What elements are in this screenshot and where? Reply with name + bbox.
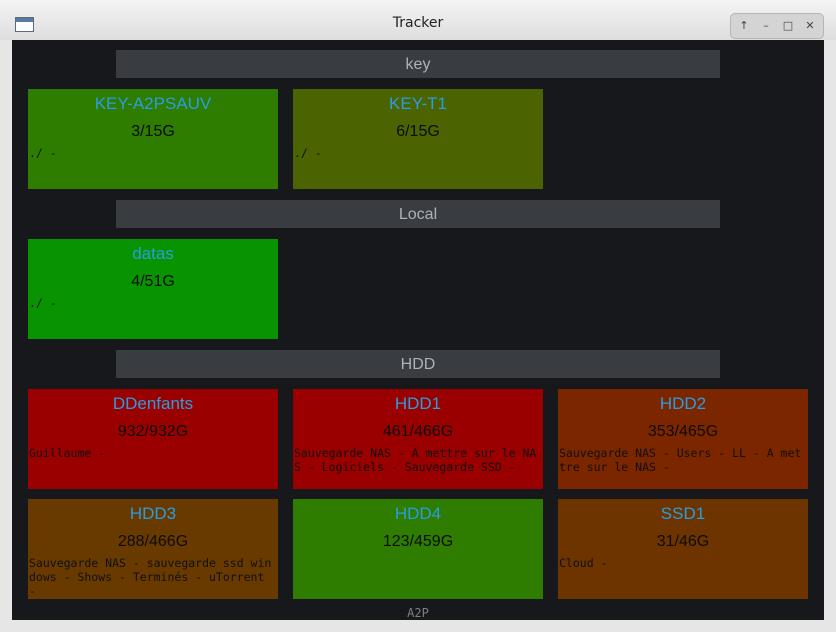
drive-name: KEY-A2PSAUV [94,94,212,113]
drive-folders: ./ - [29,146,57,160]
drive-folders: Sauvegarde NAS - A mettre sur le NAS - L… [294,446,537,474]
section-header-local: Local [116,200,720,228]
drive-name: KEY-T1 [389,94,447,113]
drive-name: HDD3 [129,504,177,523]
drive-usage: 353/465G [647,423,719,440]
drive-usage: 123/459G [382,533,454,550]
window-controls: ↑ – □ ✕ [730,13,824,39]
drive-folders: Sauvegarde NAS - Users - LL - A mettre s… [559,446,802,474]
drive-card-ssd1[interactable]: SSD1 31/46G Cloud - [558,499,808,599]
drive-name: HDD1 [394,394,442,413]
close-icon[interactable]: ✕ [801,17,819,35]
window-title: Tracker [392,15,444,31]
drive-card-key-a2psauv[interactable]: KEY-A2PSAUV 3/15G ./ - [28,89,278,189]
drive-usage: 932/932G [117,423,189,440]
drive-folders: ./ - [29,296,57,310]
footer-label: A2P [407,606,429,620]
drive-name: HDD2 [659,394,707,413]
drive-usage: 3/15G [131,123,175,140]
section-header-key: key [116,50,720,78]
drive-card-ddenfants[interactable]: DDenfants 932/932G Guillaume - [28,389,278,489]
drive-usage: 461/466G [382,423,454,440]
drive-card-hdd1[interactable]: HDD1 461/466G Sauvegarde NAS - A mettre … [293,389,543,489]
drive-name: datas [132,244,174,263]
drive-usage: 288/466G [117,533,189,550]
minimize-icon[interactable]: – [757,17,775,35]
drive-name: HDD4 [394,504,442,523]
drive-usage: 31/46G [656,533,710,550]
tracker-content: key KEY-A2PSAUV 3/15G ./ - KEY-T1 6/15G … [12,40,824,620]
drive-name: SSD1 [660,504,706,523]
drive-usage: 6/15G [396,123,440,140]
drive-folders: Guillaume - [29,446,106,460]
drive-usage: 4/51G [131,273,175,290]
drive-card-datas[interactable]: datas 4/51G ./ - [28,239,278,339]
drive-name: DDenfants [112,394,194,413]
drive-card-hdd4[interactable]: HDD4 123/459G [293,499,543,599]
drive-folders: Cloud - [559,556,608,570]
drive-card-hdd2[interactable]: HDD2 353/465G Sauvegarde NAS - Users - L… [558,389,808,489]
shade-up-icon[interactable]: ↑ [735,17,753,35]
section-header-hdd: HDD [116,350,720,378]
maximize-icon[interactable]: □ [779,17,797,35]
drive-card-hdd3[interactable]: HDD3 288/466G Sauvegarde NAS - sauvegard… [28,499,278,599]
window-titlebar[interactable]: Tracker ↑ – □ ✕ [0,0,836,40]
drive-folders: Sauvegarde NAS - sauvegarde ssd windows … [29,556,272,598]
drive-folders: ./ - [294,146,322,160]
drive-card-key-t1[interactable]: KEY-T1 6/15G ./ - [293,89,543,189]
